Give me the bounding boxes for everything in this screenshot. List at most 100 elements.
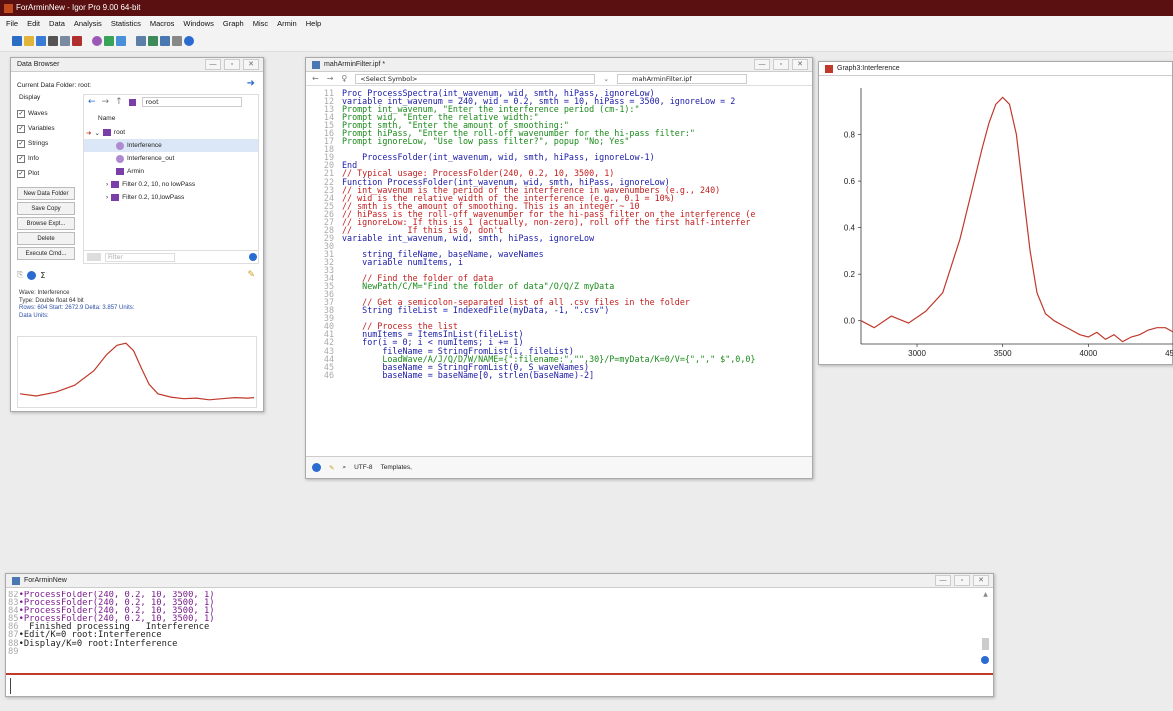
pencil-icon[interactable]: ✎: [247, 270, 255, 280]
info-icon[interactable]: [312, 463, 321, 472]
go-arrow-icon[interactable]: ➜: [247, 78, 255, 89]
menu-windows[interactable]: Windows: [183, 19, 213, 28]
forward-arrow-icon[interactable]: →: [102, 97, 110, 107]
y-tick-label: 0.0: [844, 317, 856, 326]
tree-item-label: Interference_out: [127, 155, 175, 162]
info-icon[interactable]: [27, 270, 37, 280]
menu-data[interactable]: Data: [49, 19, 65, 28]
chevron-right-icon[interactable]: ›: [106, 181, 108, 188]
help-icon[interactable]: [184, 36, 194, 46]
restore-button[interactable]: ▫: [224, 59, 240, 70]
menu-file[interactable]: File: [6, 19, 18, 28]
templates-menu[interactable]: Templates,: [381, 464, 412, 471]
checkbox[interactable]: ✓: [17, 139, 25, 148]
save-copy-button[interactable]: Save Copy: [17, 202, 75, 215]
encoding-label[interactable]: UTF-8: [354, 464, 372, 471]
minimize-button[interactable]: —: [754, 59, 770, 70]
forward-arrow-icon[interactable]: →: [327, 74, 334, 83]
procedure-icon[interactable]: [116, 36, 126, 46]
minimize-button[interactable]: —: [935, 575, 951, 586]
restore-button[interactable]: ▫: [773, 59, 789, 70]
tree-item[interactable]: › Filter 0.2, 10, no lowPass: [84, 178, 258, 191]
pencil-icon[interactable]: ✎: [329, 464, 334, 472]
scroll-thumb[interactable]: [982, 638, 989, 650]
checkbox[interactable]: ✓: [17, 124, 25, 133]
procedure-statusbar: ✎ ⌕ UTF-8 Templates,: [306, 456, 812, 478]
print-window-icon[interactable]: [172, 36, 182, 46]
tree-item[interactable]: Armin: [84, 165, 258, 178]
menu-help[interactable]: Help: [306, 19, 321, 28]
menu-graph[interactable]: Graph: [223, 19, 244, 28]
history-scrollbar[interactable]: ▲: [981, 591, 990, 671]
up-arrow-icon[interactable]: ↑: [115, 97, 123, 107]
graph-icon[interactable]: [72, 36, 82, 46]
search-icon[interactable]: ⌕: [342, 464, 346, 472]
arrows-icon[interactable]: [160, 36, 170, 46]
menu-macros[interactable]: Macros: [150, 19, 175, 28]
menu-statistics[interactable]: Statistics: [111, 19, 141, 28]
path-field[interactable]: root: [141, 97, 242, 107]
filter-input[interactable]: Filter: [105, 252, 175, 262]
back-arrow-icon[interactable]: ←: [312, 74, 319, 83]
symbol-select[interactable]: <Select Symbol>: [355, 73, 596, 84]
filter-options-icon[interactable]: [87, 253, 101, 261]
execute-cmd-button[interactable]: Execute Cmd...: [17, 247, 75, 260]
display-check-plot[interactable]: ✓ Plot: [11, 166, 83, 181]
command-window-icon: [12, 576, 20, 585]
help-icon[interactable]: [981, 656, 989, 664]
display-check-info[interactable]: ✓ Info: [11, 151, 83, 166]
open-folder-icon[interactable]: [24, 36, 34, 46]
wave-icon: [116, 141, 124, 150]
code-text: Prompt ignoreLow, "Use low pass filter?"…: [342, 136, 630, 147]
close-button[interactable]: ✕: [243, 59, 259, 70]
folder-icon: [116, 168, 124, 175]
save-icon[interactable]: [36, 36, 46, 46]
minimize-button[interactable]: —: [205, 59, 221, 70]
checkbox[interactable]: ✓: [17, 154, 25, 163]
help-icon[interactable]: [249, 253, 257, 261]
display-check-strings[interactable]: ✓ Strings: [11, 136, 83, 151]
panel-icon[interactable]: [136, 36, 146, 46]
back-arrow-icon[interactable]: ←: [88, 97, 96, 107]
menu-edit[interactable]: Edit: [27, 19, 40, 28]
print-icon[interactable]: [48, 36, 58, 46]
copy-icon[interactable]: ⎘: [17, 270, 23, 280]
interference-graph[interactable]: 3000 3500 4000 4500 0.0 0.2 0.4 0.6 0.8: [819, 76, 1173, 364]
code-editor[interactable]: 11 Proc ProcessSpectra(int_wavenum, wid, …: [308, 89, 808, 451]
x-tick-label: 4500: [1165, 349, 1173, 358]
tree-item[interactable]: › Filter 0.2, 10,lowPass: [84, 191, 258, 204]
close-button[interactable]: ✕: [973, 575, 989, 586]
table-icon[interactable]: [60, 36, 70, 46]
checkbox[interactable]: ✓: [17, 109, 25, 118]
checkbox[interactable]: ✓: [17, 169, 25, 178]
bulb-icon[interactable]: ♀: [341, 74, 347, 83]
symbol-dropdown-icon[interactable]: ⌄: [603, 75, 609, 83]
graph-icon: [825, 64, 833, 73]
restore-button[interactable]: ▫: [954, 575, 970, 586]
close-button[interactable]: ✕: [792, 59, 808, 70]
browse-expt-button[interactable]: Browse Expt...: [17, 217, 75, 230]
tree-item[interactable]: Interference: [84, 139, 258, 152]
menu-analysis[interactable]: Analysis: [74, 19, 102, 28]
chevron-down-icon[interactable]: ⌄: [94, 129, 99, 137]
tree-item[interactable]: Interference_out: [84, 152, 258, 165]
sigma-icon[interactable]: Σ: [40, 271, 45, 280]
graph-title: Graph3:Interference: [837, 64, 900, 72]
history-area[interactable]: 82•ProcessFolder(240, 0.2, 10, 3500, 1) 8…: [8, 591, 978, 671]
delete-button[interactable]: Delete: [17, 232, 75, 245]
new-icon[interactable]: [12, 36, 22, 46]
tree-item[interactable]: ➜ ⌄ root: [84, 126, 258, 139]
layout-icon[interactable]: [92, 36, 102, 46]
chevron-right-icon[interactable]: ›: [106, 194, 108, 201]
menu-misc[interactable]: Misc: [253, 19, 268, 28]
display-check-waves[interactable]: ✓ Waves: [11, 106, 83, 121]
new-data-folder-button[interactable]: New Data Folder: [17, 187, 75, 200]
display-check-variables[interactable]: ✓ Variables: [11, 121, 83, 136]
notebook-icon[interactable]: [104, 36, 114, 46]
command-line-input[interactable]: [10, 678, 990, 694]
menu-armin[interactable]: Armin: [277, 19, 297, 28]
file-select[interactable]: mahArminFilter.ipf: [617, 73, 748, 84]
cursor-icon[interactable]: [148, 36, 158, 46]
current-folder-value[interactable]: root:: [78, 82, 91, 89]
checkbox-label: Waves: [28, 110, 48, 117]
